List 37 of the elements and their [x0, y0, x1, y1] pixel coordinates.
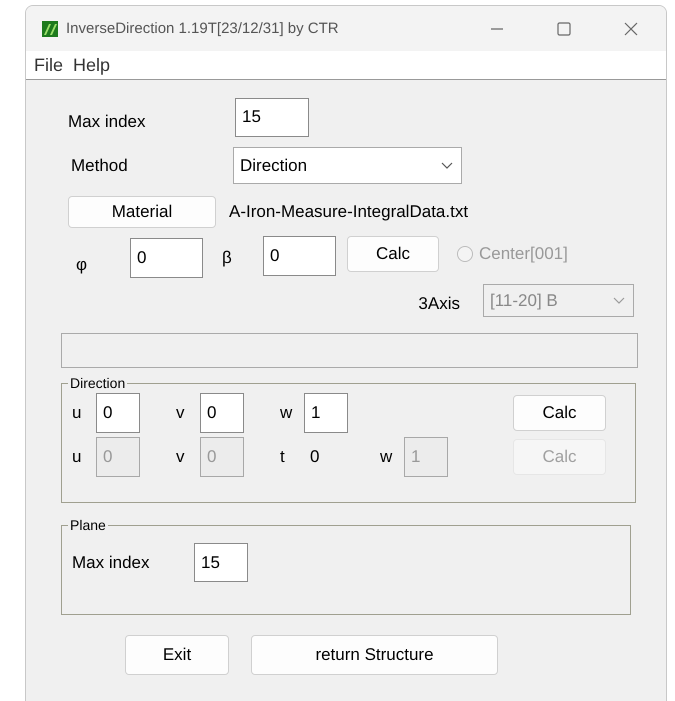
component-label: u: [72, 447, 82, 467]
beta-field[interactable]: 0: [263, 236, 336, 276]
return-structure-button[interactable]: return Structure: [251, 635, 498, 675]
method-label: Method: [71, 156, 129, 176]
app-icon: [42, 20, 58, 36]
component-label: v: [176, 403, 186, 423]
center-label: Center[001]: [479, 244, 568, 264]
max-index-field[interactable]: 15: [235, 98, 309, 136]
component-field[interactable]: 0: [96, 393, 140, 433]
beta-label: β: [222, 248, 233, 268]
group-title: Plane: [69, 517, 107, 533]
axis-label: 3Axis: [418, 292, 460, 314]
phi-field[interactable]: 0: [130, 238, 203, 278]
menu-item[interactable]: Help: [71, 54, 112, 76]
component-label: w: [380, 447, 394, 467]
component-label: v: [176, 447, 186, 467]
max-index-field[interactable]: 15: [194, 543, 248, 582]
component-label: w: [280, 403, 294, 423]
caret-icon: [613, 296, 625, 304]
component-field[interactable]: 1: [304, 393, 348, 433]
max-index-label: Max index: [72, 552, 150, 572]
component-label: u: [72, 403, 82, 423]
exit-button[interactable]: Exit: [125, 635, 229, 675]
phi-label: φ: [76, 254, 88, 275]
component-value: 0: [310, 447, 320, 467]
component-field[interactable]: 0: [200, 393, 244, 433]
material-button[interactable]: Material: [68, 196, 216, 228]
caret-icon: [441, 162, 453, 170]
max-index-label: Max index: [68, 111, 146, 132]
material-file-name: A-Iron-Measure-IntegralData.txt: [229, 202, 468, 222]
window-title: InverseDirection 1.19T[23/12/31] by CTR: [66, 20, 340, 37]
component-label: t: [280, 447, 286, 467]
method-dropdown[interactable]: Direction: [233, 147, 462, 184]
calc-button[interactable]: Calc: [347, 236, 439, 272]
group-title: Direction: [69, 375, 126, 391]
calc-button[interactable]: Calc: [513, 395, 606, 431]
menu-item[interactable]: File: [32, 54, 66, 76]
